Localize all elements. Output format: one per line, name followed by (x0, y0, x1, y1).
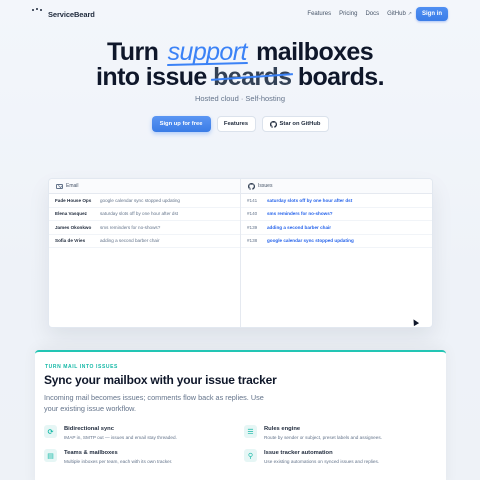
feature-item: ⚲ Issue tracker automation Use existing … (244, 449, 379, 464)
hero-text: boards. (297, 63, 385, 91)
brand-name: ServiceBeard (48, 9, 95, 19)
logo-icon (32, 8, 46, 20)
email-subject: google calendar sync stopped updating (100, 197, 180, 203)
email-pane: Email Fade House Ops google calendar syn… (49, 179, 241, 327)
feature-title: Teams & mailboxes (64, 450, 118, 456)
feature-desc: IMAP in, SMTP out — issues and email sta… (64, 435, 177, 440)
issue-title[interactable]: saturday slots off by one hour after dst (267, 198, 352, 203)
hero-accent-word: support (165, 38, 250, 66)
nav-link-github-label: GitHub (387, 11, 406, 17)
email-sender: Fade House Ops (55, 197, 92, 203)
issue-row[interactable]: #140 sms reminders for no-shows? (241, 208, 432, 221)
feature-title: Issue tracker automation (264, 450, 333, 456)
feature-desc: Route by sender or subject, preset label… (264, 435, 383, 440)
hero-strike-word: beards (213, 63, 292, 91)
email-row[interactable]: Sofia de Vries adding a second barber ch… (49, 235, 240, 248)
nav-link-docs[interactable]: Docs (365, 11, 379, 17)
brand-logo[interactable]: ServiceBeard (32, 8, 95, 20)
hero-heading-line-2: into issue beards boards. (0, 63, 480, 91)
hero-subtitle: Hosted cloud · Self-hosting (194, 94, 286, 103)
issues-pane: Issues #141 saturday slots off by one ho… (241, 179, 432, 327)
email-sender: James Okonkwo (55, 224, 92, 230)
github-icon (248, 182, 255, 190)
issue-title[interactable]: adding a second barber chair (267, 225, 331, 230)
feature-item: ▤ Teams & mailboxes Multiple inboxes per… (44, 449, 172, 464)
issue-number: #140 (247, 211, 258, 217)
hero-text: Turn (106, 38, 159, 66)
inbox-icon: ▤ (44, 449, 57, 462)
email-sender: Elena Vasquez (55, 211, 87, 217)
feature-title: Bidirectional sync (64, 426, 114, 432)
feature-title: Rules engine (264, 426, 301, 432)
github-icon (269, 120, 277, 128)
email-pane-header: Email (49, 179, 240, 194)
issue-title[interactable]: sms reminders for no-shows? (267, 211, 333, 216)
hero-text: into issue (96, 63, 207, 91)
email-pane-title: Email (66, 183, 79, 189)
sign-up-button[interactable]: Sign up for free (151, 116, 211, 132)
issues-pane-title: Issues (258, 183, 273, 189)
app-preview-panel: Email Fade House Ops google calendar syn… (48, 178, 433, 328)
email-row[interactable]: James Okonkwo sms reminders for no-shows… (49, 221, 240, 235)
cta-group: Sign up for free Features Star on GitHub (0, 116, 480, 132)
nav-link-features[interactable]: Features (307, 11, 331, 17)
issues-pane-header: Issues (241, 179, 432, 194)
email-subject: adding a second barber chair (100, 238, 160, 244)
automation-icon: ⚲ (244, 449, 257, 462)
sync-icon: ⟳ (44, 425, 57, 438)
issue-number: #138 (247, 238, 258, 244)
features-card: TURN MAIL INTO ISSUES Sync your mailbox … (35, 350, 446, 480)
star-github-label: Star on GitHub (279, 121, 321, 127)
feature-desc: Use existing automations on synced issue… (264, 459, 380, 464)
nav-link-pricing[interactable]: Pricing (339, 11, 357, 17)
feature-item: ⟳ Bidirectional sync IMAP in, SMTP out —… (44, 425, 177, 440)
email-subject: saturday slots off by one hour after dst (100, 211, 179, 217)
hero-text: mailboxes (256, 38, 374, 66)
email-row[interactable]: Elena Vasquez saturday slots off by one … (49, 208, 240, 221)
feature-item: ☰ Rules engine Route by sender or subjec… (244, 425, 382, 440)
sign-in-button[interactable]: Sign in (416, 7, 448, 21)
issue-title[interactable]: google calendar sync stopped updating (267, 238, 354, 243)
issue-number: #139 (247, 224, 258, 230)
feature-desc: Multiple inboxes per team, each with its… (64, 459, 173, 464)
section-title: Sync your mailbox with your issue tracke… (44, 373, 277, 387)
hero-heading-line-1: Turn support mailboxes (0, 38, 480, 66)
features-button[interactable]: Features (216, 116, 256, 132)
issue-row[interactable]: #138 google calendar sync stopped updati… (241, 235, 432, 248)
email-row[interactable]: Fade House Ops google calendar sync stop… (49, 194, 240, 208)
issue-row[interactable]: #141 saturday slots off by one hour afte… (241, 194, 432, 208)
star-github-button[interactable]: Star on GitHub (261, 116, 329, 132)
section-description: Incoming mail becomes issues; comments f… (44, 393, 264, 413)
mail-icon (56, 183, 63, 189)
email-subject: sms reminders for no-shows? (100, 224, 161, 230)
nav-link-github[interactable]: GitHub ↗ (387, 11, 412, 17)
issue-row[interactable]: #139 adding a second barber chair (241, 221, 432, 235)
email-sender: Sofia de Vries (55, 238, 86, 244)
rules-icon: ☰ (244, 425, 257, 438)
external-link-icon: ↗ (407, 11, 412, 17)
top-nav: ServiceBeard Features Pricing Docs GitHu… (0, 0, 480, 30)
section-eyebrow: TURN MAIL INTO ISSUES (45, 364, 118, 370)
issue-number: #141 (247, 197, 258, 203)
